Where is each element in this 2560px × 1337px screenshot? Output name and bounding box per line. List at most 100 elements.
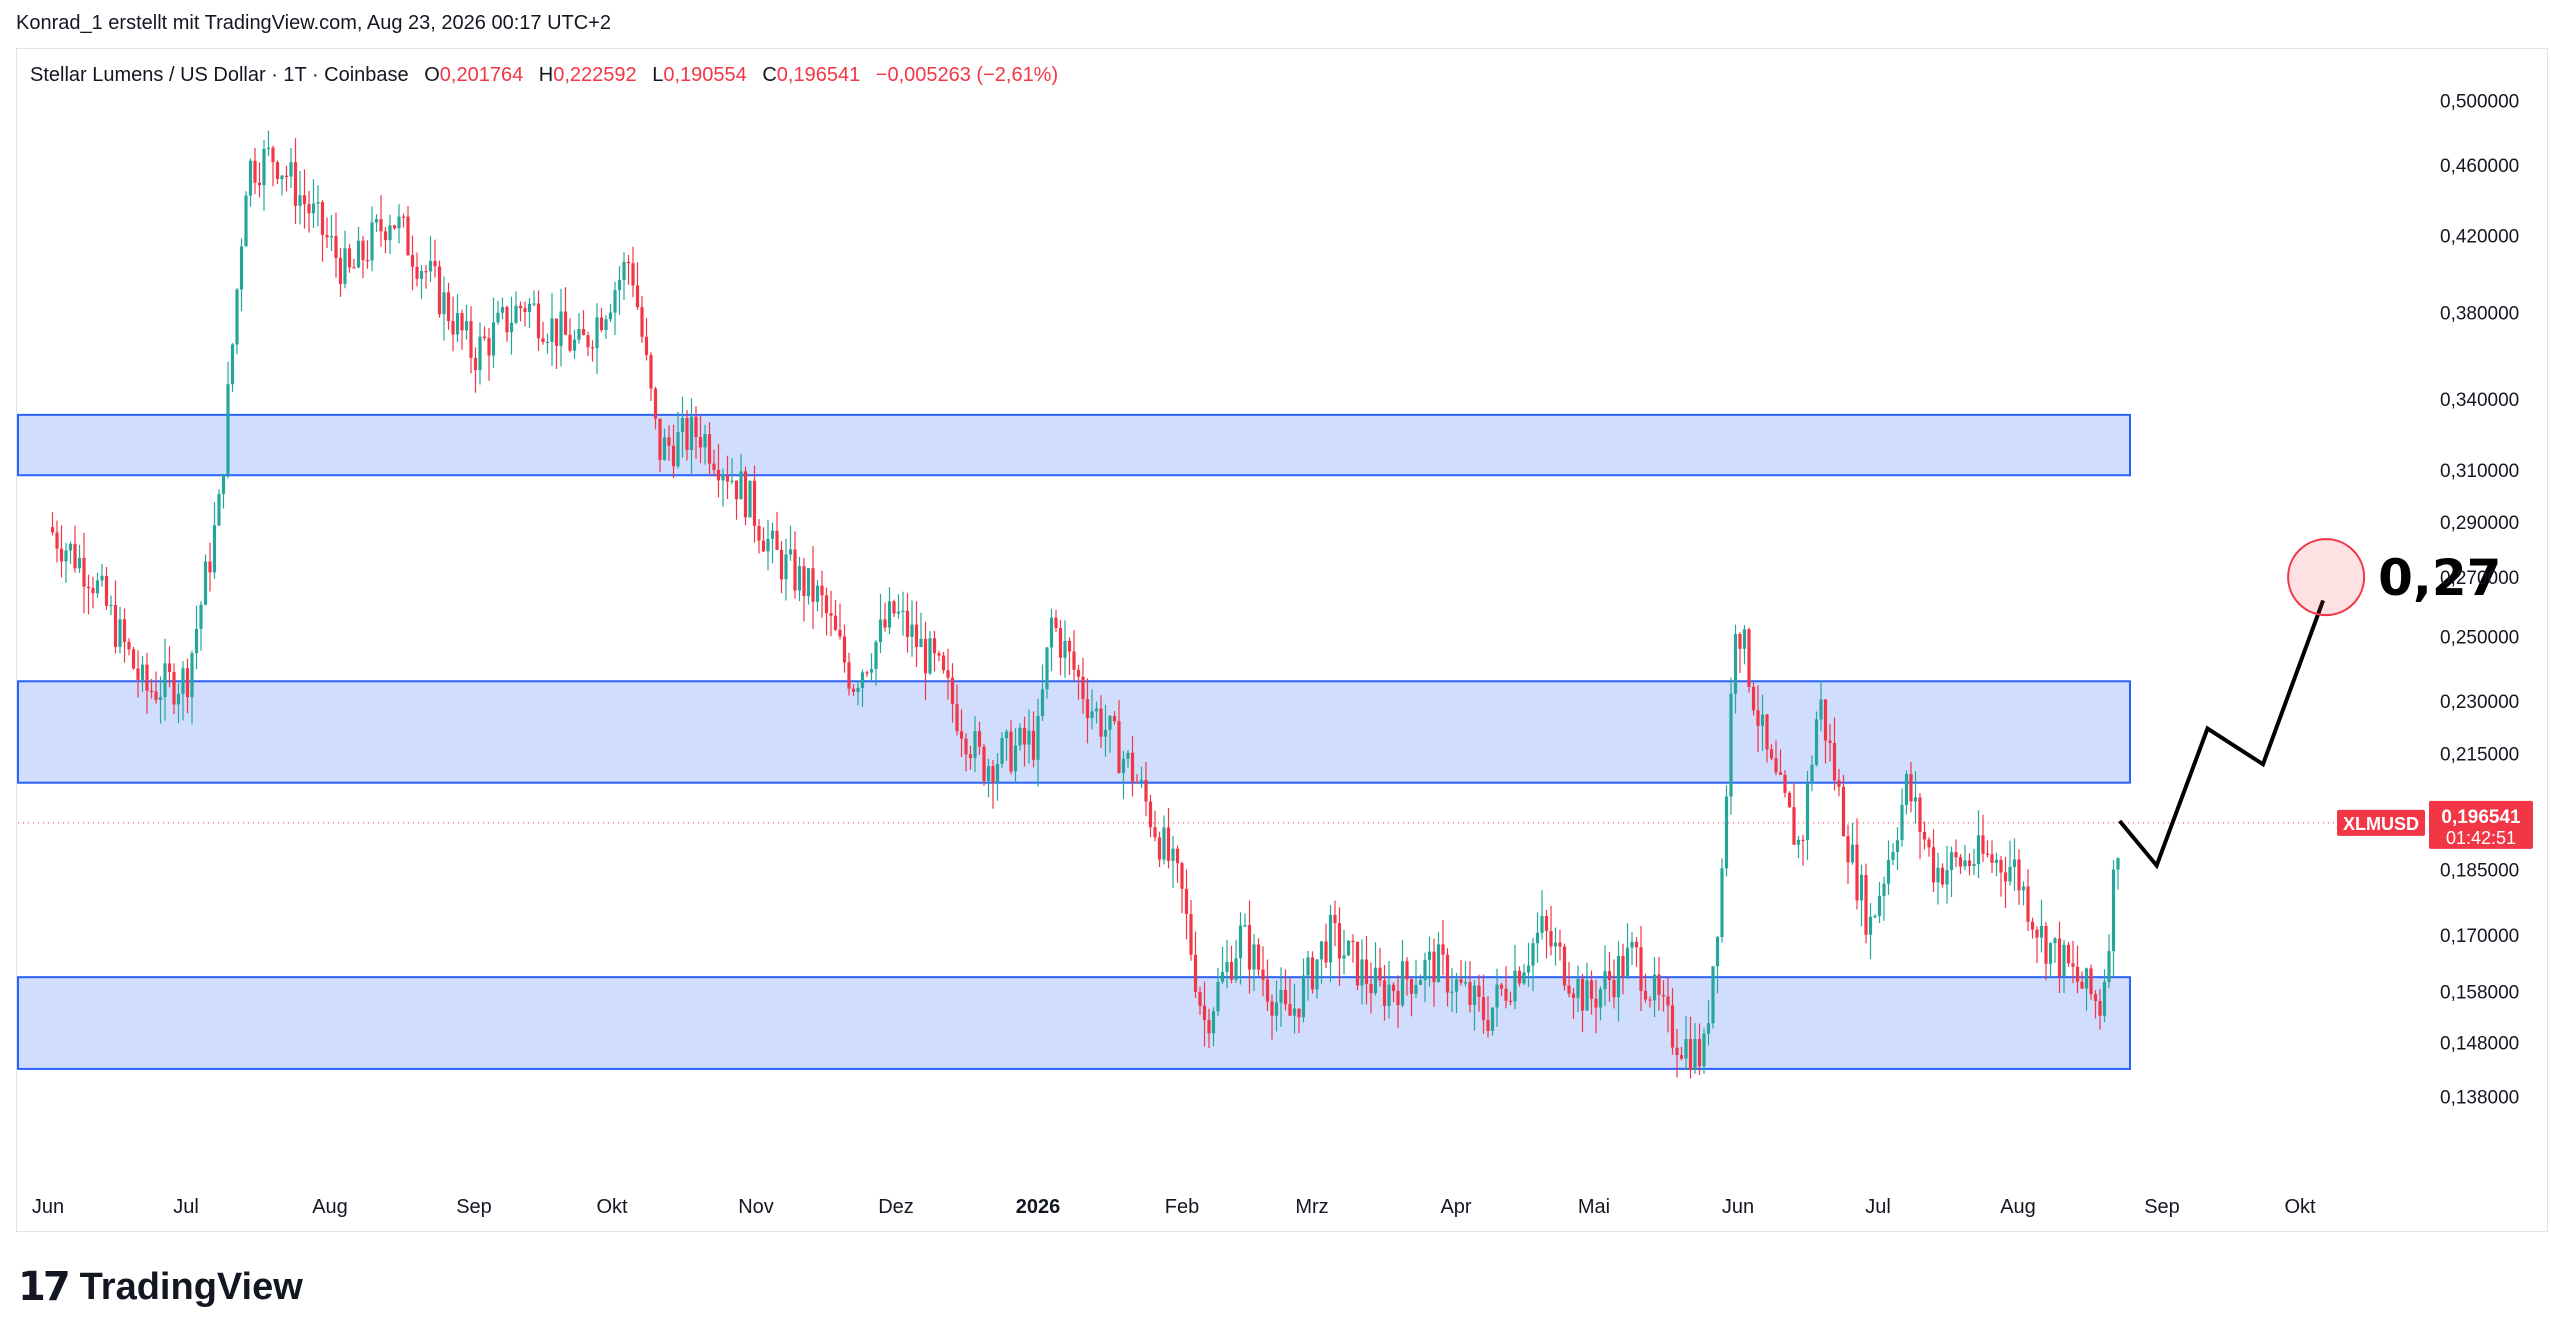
candle-body xyxy=(869,669,874,673)
candle-body xyxy=(1472,985,1477,1005)
price-chart[interactable]: 0,270,5000000,4600000,4200000,3800000,34… xyxy=(0,0,2560,1337)
candle-body xyxy=(635,285,640,308)
candle-body xyxy=(505,307,509,333)
candle-body xyxy=(1747,629,1751,688)
candle-body xyxy=(1837,780,1841,787)
legend-close-label: C xyxy=(762,64,777,86)
candle-body xyxy=(1558,942,1562,947)
candle-body xyxy=(1945,870,1949,885)
candle-body xyxy=(1792,807,1796,845)
candle-body xyxy=(541,338,545,343)
candle-body xyxy=(779,549,784,580)
candle-body xyxy=(2008,866,2012,882)
candle-body xyxy=(203,561,208,605)
y-tick-label-6: 0,290000 xyxy=(2440,513,2519,534)
candle-body xyxy=(1949,852,1954,871)
candle-body xyxy=(1099,708,1103,737)
legend-high-label: H xyxy=(538,64,554,86)
candle-body xyxy=(1031,730,1036,760)
candle-body xyxy=(1576,978,1580,998)
brand-name: TradingView xyxy=(79,1265,303,1308)
x-tick-label-3: Sep xyxy=(456,1196,492,1218)
candle-body xyxy=(874,642,878,670)
candle-body xyxy=(2057,938,2062,977)
candle-body xyxy=(685,418,689,450)
legend-symbol: Stellar Lumens / US Dollar · 1T · Coinba… xyxy=(30,64,409,86)
candle-body xyxy=(1931,847,1936,883)
candle-body xyxy=(1180,863,1184,889)
candle-body xyxy=(460,313,464,331)
candle-body xyxy=(1270,1001,1274,1016)
candle-body xyxy=(658,418,662,460)
candle-body xyxy=(1963,860,1967,867)
candle-body xyxy=(1648,999,1652,1001)
candle-body xyxy=(595,317,599,348)
candle-body xyxy=(2017,859,2021,891)
candle-body xyxy=(100,575,104,581)
candle-body xyxy=(1382,980,1387,1006)
candle-body xyxy=(698,437,703,448)
tradingview-brand[interactable]: 17 TradingView xyxy=(18,1264,303,1310)
candle-body xyxy=(1202,1005,1207,1021)
candle-body xyxy=(1999,859,2003,873)
y-tick-label-0: 0,500000 xyxy=(2440,91,2519,112)
candle-body xyxy=(1157,837,1162,860)
candle-body xyxy=(1220,971,1225,982)
candle-body xyxy=(662,437,667,460)
candle-body xyxy=(901,610,905,613)
candle-body xyxy=(280,175,284,180)
candle-body xyxy=(1891,851,1895,860)
candle-body xyxy=(140,664,145,680)
candle-body xyxy=(1985,853,1990,855)
candle-body xyxy=(1607,971,1612,981)
candle-body xyxy=(257,182,262,186)
candle-body xyxy=(545,341,550,344)
candle-body xyxy=(356,240,361,268)
candle-body xyxy=(1355,941,1360,986)
y-tick-label-1: 0,460000 xyxy=(2440,156,2519,177)
candle-body xyxy=(1054,617,1058,628)
candle-body xyxy=(2102,981,2107,1016)
candle-body xyxy=(1990,854,1994,863)
candle-body xyxy=(1580,978,1585,1011)
candle-body xyxy=(1711,966,1715,1024)
candle-body xyxy=(2021,886,2026,891)
candle-body xyxy=(158,697,163,701)
candle-body xyxy=(1936,867,1940,883)
candle-body xyxy=(1864,874,1868,935)
candle-body xyxy=(1027,730,1031,745)
candle-body xyxy=(532,303,536,305)
candle-body xyxy=(1346,940,1351,956)
y-tick-label-4: 0,340000 xyxy=(2440,390,2519,411)
legend-high-value: 0,222592 xyxy=(553,64,637,86)
candle-body xyxy=(1211,1011,1216,1034)
candle-body xyxy=(833,615,838,630)
candle-body xyxy=(1832,742,1837,781)
candle-body xyxy=(1171,848,1175,861)
candle-body xyxy=(235,289,239,345)
candle-body xyxy=(1144,779,1148,802)
candle-body xyxy=(293,162,298,206)
candle-body xyxy=(289,162,293,177)
candle-body xyxy=(1589,980,1594,999)
candle-body xyxy=(982,746,986,782)
candle-body xyxy=(352,267,356,269)
candle-body xyxy=(253,160,257,183)
candle-body xyxy=(914,624,919,648)
candle-body xyxy=(118,619,122,648)
candle-body xyxy=(2062,944,2066,977)
legend-low-value: 0,190554 xyxy=(663,64,747,86)
candle-body xyxy=(838,629,842,637)
candle-body xyxy=(154,691,158,701)
candle-body xyxy=(842,636,847,663)
candle-body xyxy=(1796,839,1801,845)
candle-body xyxy=(1279,989,1283,1003)
candle-body xyxy=(437,266,442,315)
candle-body xyxy=(649,354,653,389)
candle-body xyxy=(716,469,721,481)
candle-body xyxy=(581,329,586,336)
candle-body xyxy=(1567,985,1571,994)
candle-body xyxy=(1967,860,1972,867)
candle-body xyxy=(1418,980,1423,985)
candle-body xyxy=(64,550,68,562)
